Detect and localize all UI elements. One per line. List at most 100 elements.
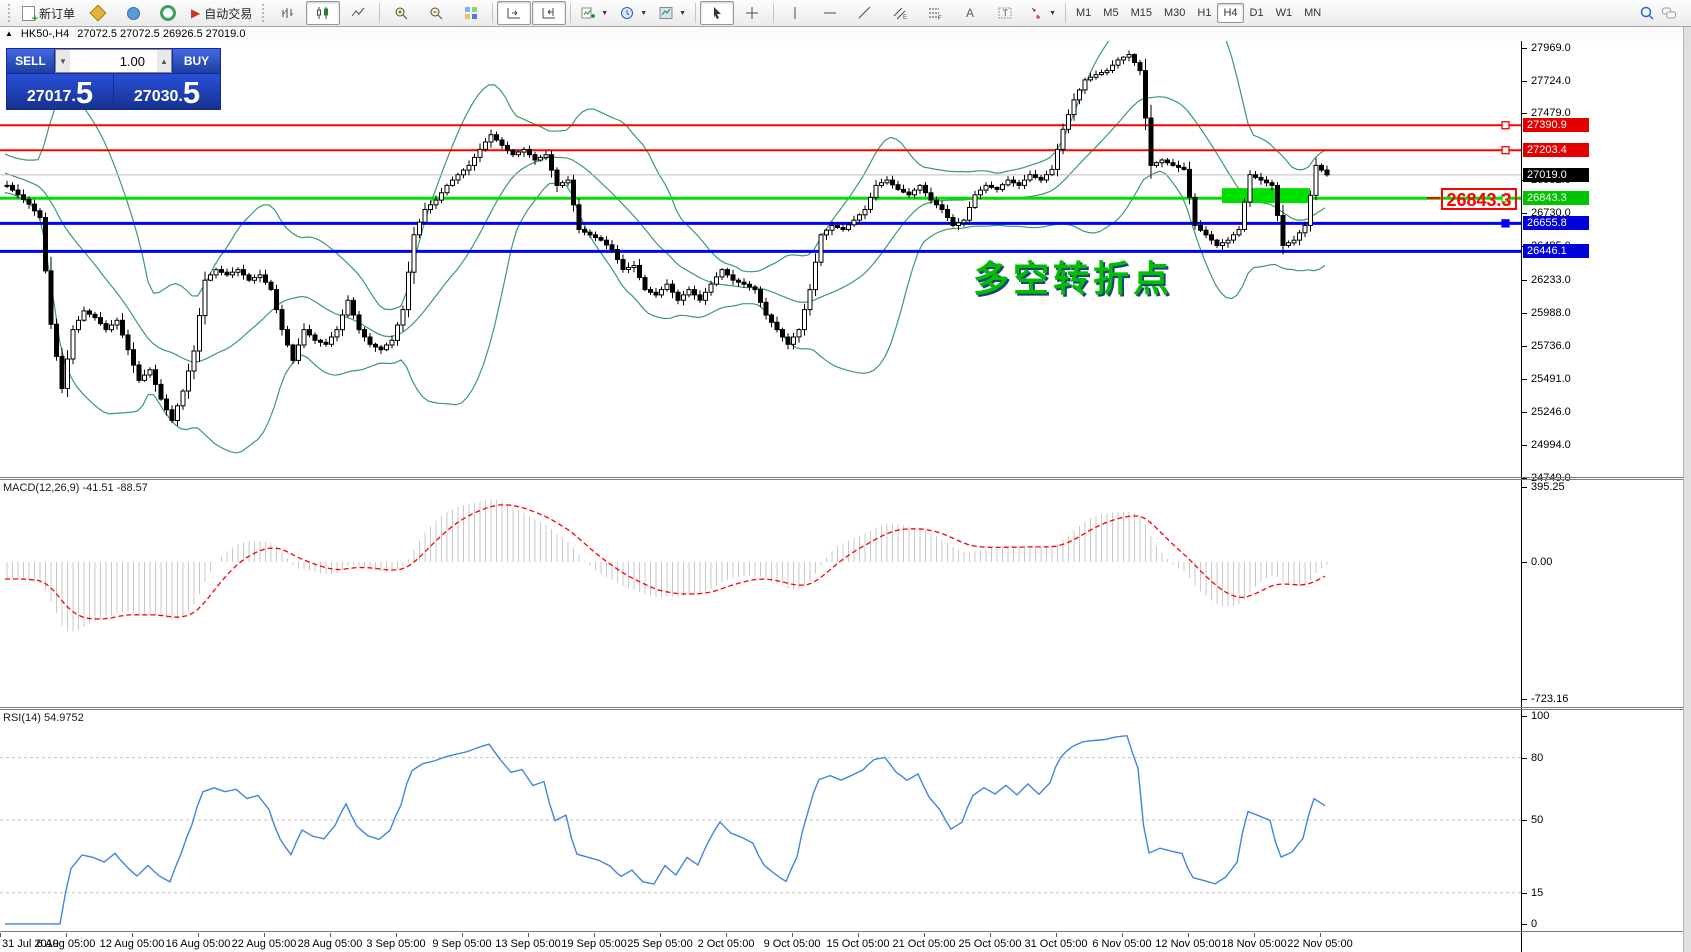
periods-button[interactable]: ▼ xyxy=(614,1,652,25)
zoom-out-button[interactable] xyxy=(419,1,453,25)
volume-stepper: ▼ ▲ xyxy=(55,49,172,73)
community-button[interactable] xyxy=(116,1,150,25)
rsi-axis-tick: 50 xyxy=(1531,814,1543,826)
chart-annotation-text[interactable]: 多空转折点 xyxy=(973,250,1173,302)
bar-chart-button[interactable] xyxy=(271,1,305,25)
buy-price-fraction: 5 xyxy=(183,79,200,107)
trendline-button[interactable] xyxy=(848,1,882,25)
timeframe-button-W1[interactable]: W1 xyxy=(1270,3,1299,23)
candlestick-chart-button[interactable] xyxy=(306,1,340,25)
timeframe-button-MN[interactable]: MN xyxy=(1298,3,1327,23)
new-order-button[interactable]: + 新订单 xyxy=(17,1,80,25)
text-button[interactable]: A xyxy=(953,1,987,25)
trendline-icon xyxy=(857,5,873,21)
axis-tick-mark xyxy=(1522,487,1527,488)
vertical-line-button[interactable] xyxy=(778,1,812,25)
axis-tick-mark xyxy=(1522,820,1527,821)
macd-panel-canvas[interactable] xyxy=(0,480,1521,707)
price-axis[interactable]: 27969.027724.027479.026982.026730.026485… xyxy=(1521,41,1683,952)
toolbar-separator xyxy=(570,3,571,23)
toolbar-right-group xyxy=(1639,5,1687,21)
panel-separator[interactable] xyxy=(0,931,1683,932)
volume-decrease-button[interactable]: ▼ xyxy=(56,50,70,72)
time-axis-tick-mark xyxy=(462,933,463,937)
timeframe-button-M5[interactable]: M5 xyxy=(1097,3,1124,23)
clock-icon xyxy=(619,5,635,21)
sell-price-fraction: 5 xyxy=(76,79,93,107)
crosshair-button[interactable] xyxy=(735,1,769,25)
search-icon[interactable] xyxy=(1639,5,1655,21)
zoom-in-button[interactable] xyxy=(384,1,418,25)
buy-button[interactable]: BUY xyxy=(173,49,220,73)
line-chart-button[interactable] xyxy=(341,1,375,25)
indicators-button[interactable]: ▼ xyxy=(575,1,613,25)
sell-price-display[interactable]: 27017.5 xyxy=(7,74,113,109)
line-price-axis-label: 27203.4 xyxy=(1523,143,1589,157)
timeframe-button-H4[interactable]: H4 xyxy=(1217,3,1243,23)
time-axis-tick-mark xyxy=(726,933,727,937)
panel-separator[interactable] xyxy=(0,479,1683,480)
signals-button[interactable] xyxy=(151,1,185,25)
axis-tick-mark xyxy=(1522,113,1527,114)
channel-button[interactable]: E xyxy=(883,1,917,25)
metaeditor-button[interactable] xyxy=(81,1,115,25)
macd-indicator-label: MACD(12,26,9) -41.51 -88.57 xyxy=(3,482,148,494)
time-axis-tick-mark xyxy=(66,933,67,937)
autotrading-button[interactable]: ▶ 自动交易 xyxy=(186,1,257,25)
svg-text:E: E xyxy=(903,15,907,21)
label-button[interactable]: T xyxy=(988,1,1022,25)
price-panel-canvas[interactable] xyxy=(0,41,1521,477)
panel-separator[interactable] xyxy=(0,707,1683,708)
chart-shift-button[interactable] xyxy=(532,1,566,25)
time-axis-tick-mark xyxy=(1056,933,1057,937)
axis-tick-mark xyxy=(1522,48,1527,49)
timeframe-button-M1[interactable]: M1 xyxy=(1070,3,1097,23)
horizontal-line-icon xyxy=(822,5,838,21)
rsi-axis-tick: 80 xyxy=(1531,752,1543,764)
horizontal-line-button[interactable] xyxy=(813,1,847,25)
panel-separator[interactable] xyxy=(0,477,1683,478)
panel-separator[interactable] xyxy=(0,709,1683,710)
community-icon xyxy=(127,7,140,20)
arrows-button[interactable]: ▼ xyxy=(1023,1,1061,25)
rsi-indicator-label: RSI(14) 54.9752 xyxy=(3,712,84,724)
price-tag-label[interactable]: 26843.3 xyxy=(1441,188,1517,210)
chart-plot-area[interactable]: SELL ▼ ▲ BUY 27017.5 27030.5 多空转折点 26843… xyxy=(0,41,1521,952)
svg-text:T: T xyxy=(1003,8,1009,18)
templates-button[interactable]: ▼ xyxy=(653,1,691,25)
svg-text:F: F xyxy=(938,16,942,21)
price-axis-tick: 25491.0 xyxy=(1531,373,1571,385)
buy-price-display[interactable]: 27030.5 xyxy=(114,74,220,109)
time-axis[interactable]: 31 Jul 20196 Aug 05:0012 Aug 05:0016 Aug… xyxy=(0,933,1521,952)
time-axis-tick-mark xyxy=(1254,933,1255,937)
time-axis-tick-mark xyxy=(1122,933,1123,937)
volume-increase-button[interactable]: ▲ xyxy=(157,50,171,72)
chart-ohlc-values: 27072.5 27072.5 26926.5 27019.0 xyxy=(77,28,245,40)
fibonacci-icon: F xyxy=(927,5,943,21)
tile-windows-button[interactable] xyxy=(454,1,488,25)
axis-tick-mark xyxy=(1522,213,1527,214)
volume-input[interactable] xyxy=(70,50,157,72)
axis-tick-mark xyxy=(1522,379,1527,380)
cursor-icon xyxy=(709,5,725,21)
axis-tick-mark xyxy=(1522,313,1527,314)
line-price-axis-label: 26655.8 xyxy=(1523,216,1589,230)
zoom-out-icon xyxy=(428,5,444,21)
sell-button[interactable]: SELL xyxy=(7,49,54,73)
timeframe-button-M30[interactable]: M30 xyxy=(1158,3,1191,23)
auto-scroll-button[interactable] xyxy=(497,1,531,25)
timeframe-button-H1[interactable]: H1 xyxy=(1191,3,1217,23)
one-click-trading-panel: SELL ▼ ▲ BUY 27017.5 27030.5 xyxy=(6,48,221,110)
timeframe-button-M15[interactable]: M15 xyxy=(1125,3,1158,23)
fibonacci-button[interactable]: F xyxy=(918,1,952,25)
rsi-panel-canvas[interactable] xyxy=(0,710,1521,931)
autotrading-label: 自动交易 xyxy=(204,5,252,22)
trade-panel-toggle[interactable]: ▲ xyxy=(5,30,13,38)
new-order-label: 新订单 xyxy=(39,5,75,22)
chat-icon[interactable] xyxy=(1661,5,1677,21)
cursor-button[interactable] xyxy=(700,1,734,25)
axis-tick-mark xyxy=(1522,81,1527,82)
price-axis-tick: 27969.0 xyxy=(1531,42,1571,54)
axis-tick-mark xyxy=(1522,699,1527,700)
timeframe-button-D1[interactable]: D1 xyxy=(1244,3,1270,23)
